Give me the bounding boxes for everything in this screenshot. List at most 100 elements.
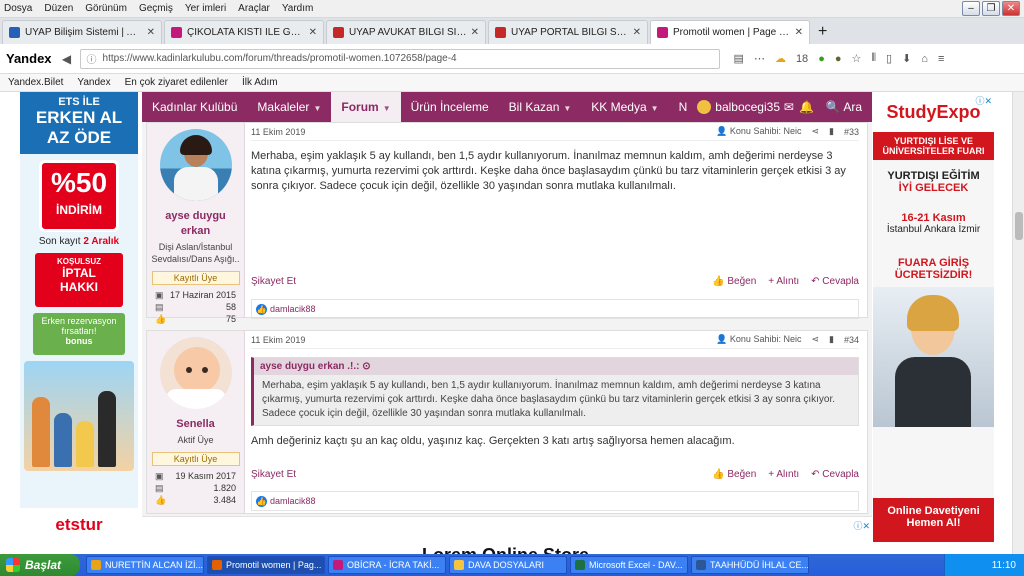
info-icon[interactable]: ⓘ xyxy=(87,51,97,66)
sidebar-icon[interactable]: ▯ xyxy=(886,52,892,65)
reply-button[interactable]: ↶ Cevapla xyxy=(811,469,859,480)
close-tab-icon[interactable]: ✕ xyxy=(147,27,155,38)
browser-tab[interactable]: ÇİKOLATA KİSTİ İLE GEBE KA... ✕ xyxy=(164,20,324,44)
maximize-icon[interactable]: ❐ xyxy=(982,1,1000,16)
taskbar-item[interactable]: NURETTİN ALCAN İZİ... xyxy=(86,556,204,574)
like-button[interactable]: 👍 Beğen xyxy=(712,276,756,287)
bookmark-icon[interactable]: ▮ xyxy=(829,334,834,345)
browser-logo[interactable]: Yandex xyxy=(6,51,52,66)
ad-cta[interactable]: Online Davetiyeni Hemen Al! xyxy=(873,498,994,542)
url-bar[interactable]: ⓘ https://www.kadinlarkulubu.com/forum/t… xyxy=(79,48,720,69)
inbox-icon[interactable]: ✉ xyxy=(780,100,798,114)
deadline-label: Son kayıt xyxy=(38,236,81,247)
taskbar-item[interactable]: DAVA DOSYALARI xyxy=(449,556,567,574)
user-name[interactable]: Senella xyxy=(147,417,244,432)
clock[interactable]: 11:10 xyxy=(992,560,1016,571)
bookmark-icon[interactable]: ▮ xyxy=(829,126,834,137)
nav-urun-inceleme[interactable]: Ürün İnceleme xyxy=(401,92,499,122)
menu-dosya[interactable]: Dosya xyxy=(4,3,32,14)
liker-name[interactable]: damlacik88 xyxy=(270,304,316,314)
menu-gecmis[interactable]: Geçmiş xyxy=(139,3,173,14)
tab-title: UYAP AVUKAT BİLGİ SİSTEMİ xyxy=(349,27,467,38)
post-number[interactable]: #33 xyxy=(844,127,859,137)
tab-bar: UYAP Bilişim Sistemi | Ana Say... ✕ ÇİKO… xyxy=(0,18,1024,44)
close-tab-icon[interactable]: ✕ xyxy=(309,27,317,38)
left-ad-banner[interactable]: ETS İLE ERKEN AL AZ ÖDE %50 İNDİRİM Son … xyxy=(20,92,138,542)
bookmark-most-visited[interactable]: En çok ziyaret edilenler xyxy=(125,77,228,88)
post-date[interactable]: 11 Ekim 2019 xyxy=(251,335,305,345)
like-button[interactable]: 👍 Beğen xyxy=(712,469,756,480)
menu-duzen[interactable]: Düzen xyxy=(44,3,73,14)
share-icon[interactable]: ⋖ xyxy=(811,126,819,137)
scrollbar-thumb[interactable] xyxy=(1015,212,1023,240)
user-menu[interactable]: balbocegi35 xyxy=(697,92,780,122)
bell-icon[interactable]: 🔔 xyxy=(798,100,816,114)
post-date[interactable]: 11 Ekim 2019 xyxy=(251,127,305,137)
nav-makaleler[interactable]: Makaleler ▼ xyxy=(247,92,331,122)
window-controls: – ❐ ✕ xyxy=(962,1,1020,16)
bookmark-yandex[interactable]: Yandex xyxy=(77,77,110,88)
menu-gorunum[interactable]: Görünüm xyxy=(85,3,127,14)
minimize-icon[interactable]: – xyxy=(962,1,980,16)
weather-icon[interactable]: ☁ xyxy=(775,52,786,65)
close-icon[interactable]: ✕ xyxy=(1002,1,1020,16)
nav-kadinlar-kulubu[interactable]: Kadınlar Kulübü xyxy=(142,92,247,122)
close-tab-icon[interactable]: ✕ xyxy=(795,27,803,38)
taskbar-item[interactable]: TAAHHÜDÜ İHLAL CE... xyxy=(691,556,809,574)
browser-tab-active[interactable]: Promotil women | Page 4 | Ka... ✕ xyxy=(650,20,810,44)
download-icon[interactable]: ⬇ xyxy=(902,52,911,65)
quote-author[interactable]: ayse duygu erkan .!.: ⊙ xyxy=(254,358,858,375)
firefox-icon xyxy=(212,560,222,570)
nav-more[interactable]: N xyxy=(669,92,698,122)
browser-tab[interactable]: UYAP Bilişim Sistemi | Ana Say... ✕ xyxy=(2,20,162,44)
menu-araclar[interactable]: Araçlar xyxy=(238,3,270,14)
nav-bil-kazan[interactable]: Bil Kazan ▼ xyxy=(499,92,582,122)
liker-name[interactable]: damlacik88 xyxy=(270,496,316,506)
quote-button[interactable]: + Alıntı xyxy=(768,469,799,480)
close-tab-icon[interactable]: ✕ xyxy=(633,27,641,38)
avatar[interactable] xyxy=(159,337,232,409)
browser-tab[interactable]: UYAP PORTAL BİLGİ SİSTEMİ ✕ xyxy=(488,20,648,44)
addon-icon[interactable]: ● xyxy=(835,53,842,65)
bookmark-first-steps[interactable]: İlk Adım xyxy=(242,77,278,88)
new-tab-icon[interactable]: + xyxy=(812,20,833,44)
back-icon[interactable]: ◀ xyxy=(60,52,74,66)
right-ad-banner[interactable]: ⓘ✕ StudyExpo YURTDIŞI LİSE VE ÜNİVERSİTE… xyxy=(873,92,994,542)
close-tab-icon[interactable]: ✕ xyxy=(471,27,479,38)
menu-yer-imleri[interactable]: Yer imleri xyxy=(185,3,226,14)
scrollbar[interactable] xyxy=(1012,92,1024,554)
user-name[interactable]: ayse duygu erkan xyxy=(147,209,244,239)
extension-icon[interactable]: ● xyxy=(818,53,825,65)
start-button[interactable]: Başlat xyxy=(0,554,80,576)
avatar[interactable] xyxy=(159,129,232,201)
hamburger-menu-icon[interactable]: ≡ xyxy=(938,53,944,65)
menu-yardim[interactable]: Yardım xyxy=(282,3,314,14)
reply-button[interactable]: ↶ Cevapla xyxy=(811,276,859,287)
nav-kk-medya[interactable]: KK Medya ▼ xyxy=(581,92,668,122)
taskbar-item[interactable]: Microsoft Excel - DAV... xyxy=(570,556,688,574)
bookmark-yandex-bilet[interactable]: Yandex.Bilet xyxy=(8,77,63,88)
browser-tab[interactable]: UYAP AVUKAT BİLGİ SİSTEMİ ✕ xyxy=(326,20,486,44)
taskbar-item[interactable]: Promotil women | Pag... xyxy=(207,556,325,574)
search-button[interactable]: 🔍 Ara xyxy=(816,92,872,122)
ad-close-icon[interactable]: ⓘ✕ xyxy=(853,519,870,532)
star-icon[interactable]: ☆ xyxy=(852,52,862,65)
reader-icon[interactable]: ▤ xyxy=(734,52,744,65)
deadline: Son kayıt 2 Aralık xyxy=(20,236,138,247)
share-icon[interactable]: ⋖ xyxy=(811,334,819,345)
report-link[interactable]: Şikayet Et xyxy=(251,469,296,480)
home-icon[interactable]: ⌂ xyxy=(921,53,928,65)
taskbar-item[interactable]: OBİCRA - İCRA TAKİ... xyxy=(328,556,446,574)
nav-forum[interactable]: Forum ▼ xyxy=(331,92,401,122)
quote-button[interactable]: + Alıntı xyxy=(768,276,799,287)
report-link[interactable]: Şikayet Et xyxy=(251,276,296,287)
post-number[interactable]: #34 xyxy=(844,335,859,345)
user-title: Dişi Aslan/İstanbul Sevdalısı/Dans Aşığı… xyxy=(151,242,240,264)
bottom-ad[interactable]: ⓘ✕ Lorem Online Store xyxy=(142,516,872,554)
ad-close-icon[interactable]: ⓘ✕ xyxy=(975,94,992,107)
library-icon[interactable]: ⫴ xyxy=(871,52,876,65)
windows-icon xyxy=(6,558,20,572)
bottom-ad-text: Lorem Online Store xyxy=(422,545,589,554)
dots-icon[interactable]: ⋯ xyxy=(754,52,765,65)
bonus-text: bonus xyxy=(65,336,93,346)
